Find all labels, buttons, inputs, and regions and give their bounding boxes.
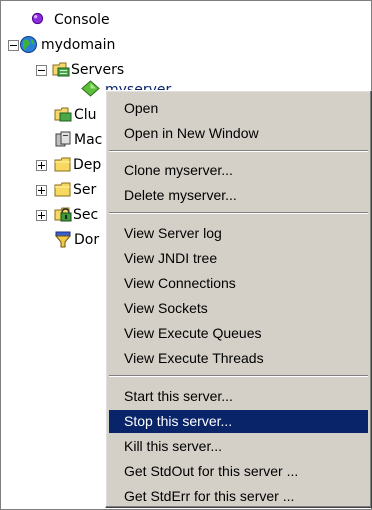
menu-item-view-sockets[interactable]: View Sockets xyxy=(109,297,368,320)
funnel-filter-icon xyxy=(54,231,72,248)
menu-item-view-execute-threads[interactable]: View Execute Threads xyxy=(109,347,368,370)
menu-item-clone-server[interactable]: Clone myserver... xyxy=(109,159,368,182)
menu-item-get-stderr[interactable]: Get StdErr for this server ... xyxy=(109,485,368,508)
menu-item-view-execute-queues[interactable]: View Execute Queues xyxy=(109,322,368,345)
console-icon xyxy=(31,12,44,25)
tree-node-domain-label: mydomain xyxy=(41,37,116,53)
menu-item-view-jndi-tree[interactable]: View JNDI tree xyxy=(109,247,368,270)
tree-node-services-label: Ser xyxy=(73,182,97,198)
expand-icon[interactable] xyxy=(36,160,47,171)
menu-item-stop-server[interactable]: Stop this server... xyxy=(109,410,368,433)
server-diamond-icon xyxy=(81,80,100,97)
menu-item-open[interactable]: Open xyxy=(109,97,368,120)
tree-node-clusters-label: Clu xyxy=(74,107,97,123)
tree-node-console-label: Console xyxy=(54,12,110,28)
tree-node-servers-label: Servers xyxy=(71,62,125,78)
tree-node-deployments-label: Dep xyxy=(73,157,102,173)
menu-item-view-connections[interactable]: View Connections xyxy=(109,272,368,295)
menu-item-get-stdout[interactable]: Get StdOut for this server ... xyxy=(109,460,368,483)
servers-folder-icon xyxy=(52,62,70,77)
folder-icon xyxy=(54,182,71,197)
security-lock-icon xyxy=(54,207,72,222)
menu-item-open-new-window[interactable]: Open in New Window xyxy=(109,122,368,145)
menu-item-view-server-log[interactable]: View Server log xyxy=(109,222,368,245)
expand-icon[interactable] xyxy=(36,185,47,196)
tree-node-domain-log-label: Dor xyxy=(74,232,100,248)
clusters-folder-icon xyxy=(54,107,72,122)
folder-icon xyxy=(54,157,71,172)
machines-icon xyxy=(55,131,71,147)
menu-separator xyxy=(109,212,368,214)
menu-separator xyxy=(109,150,368,152)
menu-item-kill-server[interactable]: Kill this server... xyxy=(109,435,368,458)
globe-icon xyxy=(20,36,37,53)
tree-node-machines-label: Mac xyxy=(74,132,103,148)
tree-node-security-label: Sec xyxy=(73,207,99,223)
menu-item-delete-server[interactable]: Delete myserver... xyxy=(109,184,368,207)
menu-separator xyxy=(109,375,368,377)
menu-item-start-server[interactable]: Start this server... xyxy=(109,385,368,408)
collapse-icon[interactable] xyxy=(8,40,19,51)
expand-icon[interactable] xyxy=(36,210,47,221)
collapse-icon[interactable] xyxy=(36,65,47,76)
server-context-menu: Open Open in New Window Clone myserver..… xyxy=(105,90,372,508)
